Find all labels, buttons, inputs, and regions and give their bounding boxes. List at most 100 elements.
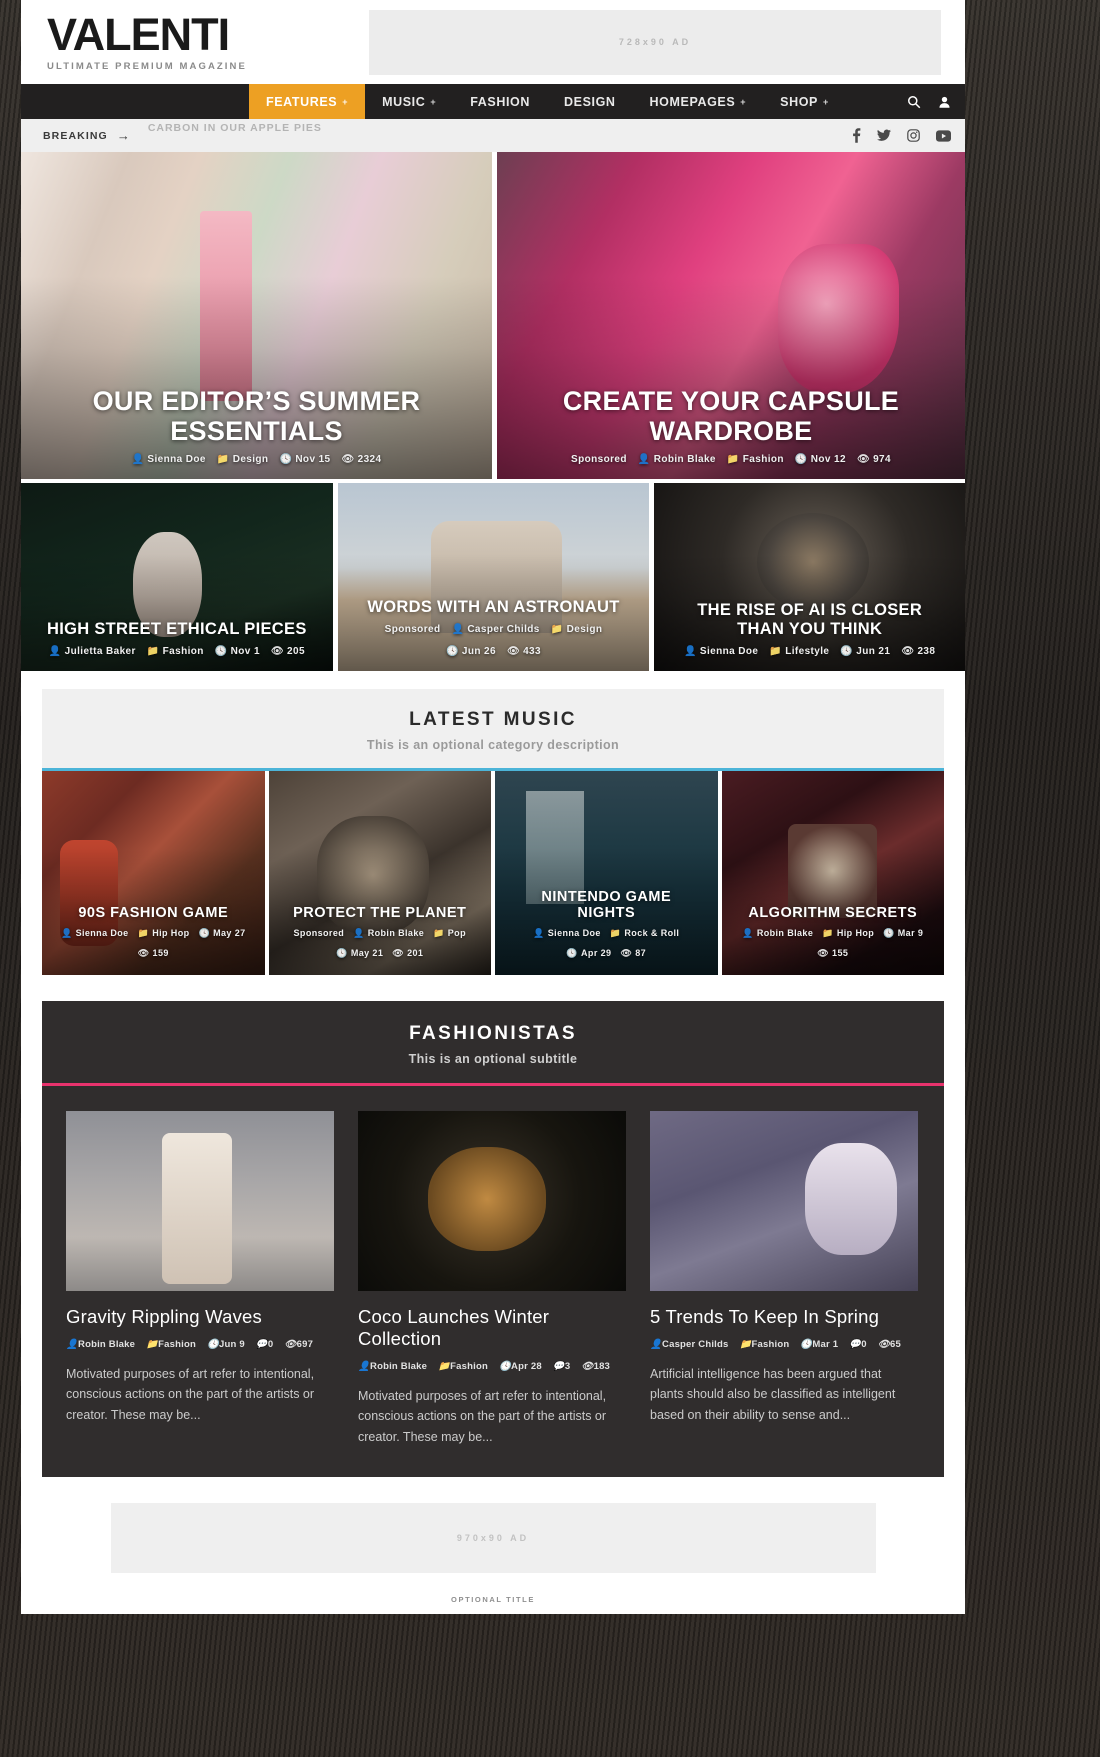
card-caption: PROTECT THE PLANET Sponsored 👤 Robin Blak… [269,905,492,959]
meta-category[interactable]: 📁 Design [551,624,603,635]
music-card[interactable]: ALGORITHM SECRETS 👤 Robin Blake 📁 Hip Hop … [721,771,944,975]
hero-title[interactable]: THE RISE OF AI IS CLOSER THAN YOU THINK [672,601,947,638]
clock-icon: 🕓 [883,928,895,938]
meta-category[interactable]: 📁Fashion [146,1339,196,1350]
article-thumbnail[interactable] [650,1111,918,1291]
nav-label-shop: SHOP [780,94,818,109]
music-section: LATEST MUSIC This is an optional categor… [21,671,965,975]
hero-title[interactable]: WORDS WITH AN ASTRONAUT [356,598,632,616]
card-title[interactable]: NINTENDO GAME NIGHTS [513,889,700,921]
hero-card-small-1[interactable]: HIGH STREET ETHICAL PIECES 👤 Julietta Bak… [21,483,333,671]
eye-icon: 👁 [901,646,915,657]
meta-date: 🕓 Mar 9 [883,928,924,938]
meta-category[interactable]: 📁 Pop [433,928,466,939]
meta-date: 🕓Jun 9 [207,1339,245,1350]
instagram-icon[interactable] [907,129,920,142]
hero-title[interactable]: CREATE YOUR CAPSULE WARDROBE [515,386,947,446]
folder-icon: 📁 [216,454,230,465]
nav-item-shop[interactable]: SHOP + [763,84,846,119]
article-card[interactable]: Gravity Rippling Waves 👤Robin Blake 📁Fas… [66,1111,334,1447]
meta-category[interactable]: 📁Fashion [727,454,784,465]
article-meta: 👤Robin Blake 📁Fashion 🕓Jun 9 💬0 👁697 [66,1339,334,1350]
twitter-icon[interactable] [877,129,891,142]
nav-item-homepages[interactable]: HOMEPAGES + [633,84,764,119]
nav-label-music: MUSIC [382,94,426,109]
meta-category[interactable]: 📁Fashion [438,1361,488,1372]
nav-item-music[interactable]: MUSIC + [365,84,453,119]
folder-icon: 📁 [822,928,834,938]
article-thumbnail[interactable] [358,1111,626,1291]
hero-card-small-3[interactable]: THE RISE OF AI IS CLOSER THAN YOU THINK … [654,483,966,671]
card-title[interactable]: 90S FASHION GAME [60,905,247,921]
music-section-header: LATEST MUSIC This is an optional categor… [42,689,944,771]
header-ad-banner[interactable]: 728x90 AD [369,9,941,75]
article-thumbnail[interactable] [66,1111,334,1291]
user-icon[interactable] [938,95,951,109]
folder-icon: 📁 [433,928,445,938]
card-title[interactable]: ALGORITHM SECRETS [740,905,927,921]
meta-category[interactable]: 📁Fashion [740,1339,790,1350]
nav-item-design[interactable]: DESIGN [547,84,633,119]
card-title[interactable]: PROTECT THE PLANET [287,905,474,921]
footer-ad-banner[interactable]: 970x90 AD [110,1502,876,1573]
comment-icon: 💬 [849,1339,862,1350]
article-meta: 👤Casper Childs 📁Fashion 🕓Mar 1 💬0 👁65 [650,1339,918,1350]
eye-icon: 👁 [877,1339,891,1350]
meta-author: 👤 Julietta Baker [48,646,136,657]
meta-author: 👤 Sienna Doe [684,646,759,657]
music-card[interactable]: PROTECT THE PLANET Sponsored 👤 Robin Blak… [268,771,492,975]
music-card[interactable]: 90S FASHION GAME 👤 Sienna Doe 📁 Hip Hop 🕓 M… [42,771,265,975]
article-excerpt: Artificial intelligence has been argued … [650,1367,896,1422]
nav-item-fashion[interactable]: FASHION [453,84,547,119]
meta-date: 🕓 Nov 1 [214,646,260,657]
hero-card-primary[interactable]: OUR EDITOR’S SUMMER ESSENTIALS 👤 Sienna D… [21,152,492,479]
facebook-icon[interactable] [852,128,861,143]
meta-date: 🕓Apr 28 [499,1361,542,1372]
meta-author: 👤Robin Blake [358,1361,428,1372]
chevron-plus-icon: + [342,96,349,107]
clock-icon: 🕓 [336,948,348,958]
music-card[interactable]: NINTENDO GAME NIGHTS 👤 Sienna Doe 📁 Rock &… [495,771,718,975]
eye-icon: 👁 [817,948,830,958]
meta-views: 👁 433 [506,646,541,657]
chevron-plus-icon: + [740,96,747,107]
meta-author: 👤Casper Childs [451,624,540,635]
meta-author: 👤Robin Blake [637,454,716,465]
article-title[interactable]: Coco Launches Winter Collection [358,1306,626,1350]
user-icon: 👤 [533,928,545,938]
youtube-icon[interactable] [936,129,951,142]
article-title[interactable]: 5 Trends To Keep In Spring [650,1306,918,1328]
meta-category[interactable]: 📁 Hip Hop [138,928,190,939]
search-icon[interactable] [907,95,921,109]
meta-category[interactable]: 📁Fashion [147,646,204,657]
meta-sponsored: Sponsored [293,928,345,938]
footer-ad-area: 970x90 AD OPTIONAL TITLE [21,1476,965,1614]
meta-category[interactable]: 📁 Hip Hop [822,928,874,939]
article-meta: 👤 Sienna Doe 📁 Hip Hop 🕓 May 27 👁 159 [60,928,247,959]
eye-icon: 👁 [284,1339,297,1350]
hero-card-small-2[interactable]: WORDS WITH AN ASTRONAUT Sponsored 👤 Caspe… [337,483,650,671]
article-title[interactable]: Gravity Rippling Waves [66,1306,334,1328]
main-navigation: FEATURES + MUSIC + FASHION DESIGN HOMEPA… [21,84,965,119]
nav-items: FEATURES + MUSIC + FASHION DESIGN HOMEPA… [249,84,846,119]
breaking-news-bar: BREAKING → CARBON IN OUR APPLE PIES [21,119,965,152]
user-icon: 👤 [48,646,62,657]
hero-card-secondary[interactable]: CREATE YOUR CAPSULE WARDROBE Sponsored 👤… [497,152,965,479]
meta-category[interactable]: 📁 Lifestyle [769,646,829,657]
site-logo[interactable]: VALENTI ULTIMATE PREMIUM MAGAZINE [47,12,347,72]
breaking-headline[interactable]: CARBON IN OUR APPLE PIES [148,122,322,134]
folder-icon: 📁 [146,646,160,657]
meta-date: 🕓 Jun 21 [840,646,891,657]
article-meta: Sponsored 👤 Casper Childs 📁 Design 🕓 Jun 26… [356,624,632,657]
clock-icon: 🕓 [198,928,211,938]
masthead: VALENTI ULTIMATE PREMIUM MAGAZINE 728x90… [21,0,965,84]
meta-category[interactable]: 📁 Design [217,454,269,465]
article-card[interactable]: 5 Trends To Keep In Spring 👤Casper Child… [650,1111,918,1447]
article-card[interactable]: Coco Launches Winter Collection 👤Robin B… [358,1111,626,1447]
meta-category[interactable]: 📁 Rock & Roll [610,928,680,939]
hero-title[interactable]: OUR EDITOR’S SUMMER ESSENTIALS [39,386,474,446]
nav-item-features[interactable]: FEATURES + [249,84,366,119]
folder-icon: 📁 [739,1339,752,1350]
hero-title[interactable]: HIGH STREET ETHICAL PIECES [39,620,315,638]
